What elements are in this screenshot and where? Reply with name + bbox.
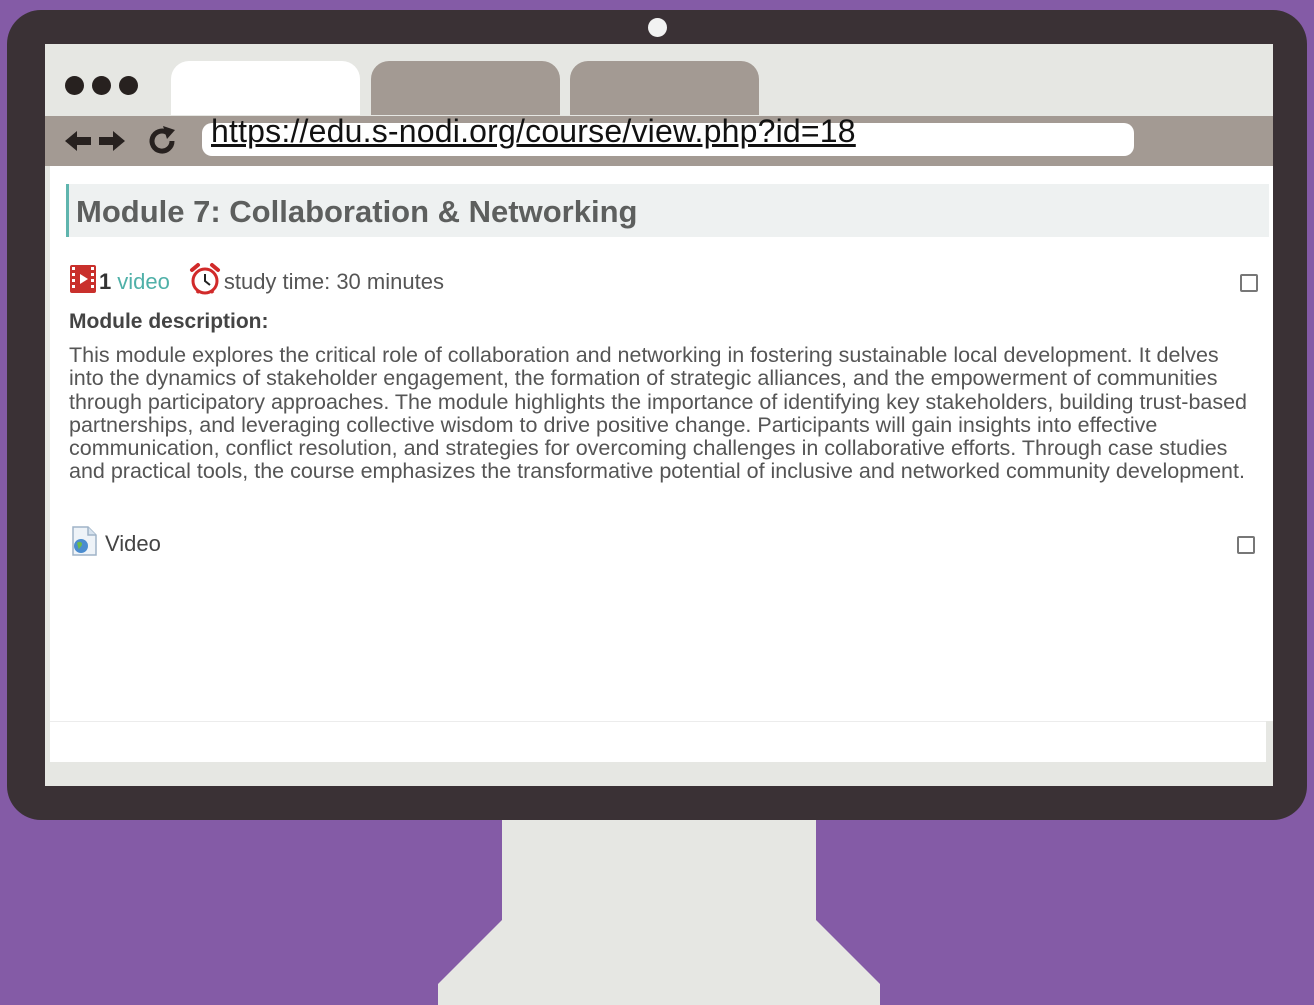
- video-resource-label[interactable]: Video: [105, 531, 161, 557]
- study-time: study time: 30 minutes: [223, 269, 444, 294]
- completion-checkbox-video[interactable]: [1237, 536, 1255, 554]
- document-globe-icon: [70, 526, 98, 562]
- arrow-left-icon[interactable]: [63, 126, 93, 156]
- module-title: Module 7: Collaboration & Networking: [76, 194, 638, 229]
- nav-buttons: [63, 124, 179, 158]
- browser-tab-3[interactable]: [570, 61, 759, 115]
- page-content: Module 7: Collaboration & Networking 1 v…: [50, 166, 1273, 721]
- page-footer-strip: [50, 721, 1266, 762]
- url-input[interactable]: https://edu.s-nodi.org/course/view.php?i…: [202, 113, 1134, 156]
- address-bar: https://edu.s-nodi.org/course/view.php?i…: [45, 113, 1273, 166]
- arrow-right-icon[interactable]: [97, 126, 127, 156]
- browser-tab-2[interactable]: [371, 61, 560, 115]
- completion-checkbox-module[interactable]: [1240, 274, 1258, 292]
- browser-window: https://edu.s-nodi.org/course/view.php?i…: [45, 44, 1273, 786]
- module-header: Module 7: Collaboration & Networking: [66, 184, 1269, 237]
- reload-icon[interactable]: [145, 124, 179, 158]
- alarm-clock-icon: [188, 262, 222, 302]
- url-text[interactable]: https://edu.s-nodi.org/course/view.php?i…: [211, 113, 856, 150]
- webcam-dot: [648, 18, 667, 37]
- browser-tab-active[interactable]: [171, 61, 360, 115]
- module-description: This module explores the critical role o…: [69, 343, 1248, 484]
- video-resource[interactable]: Video: [70, 526, 161, 562]
- film-icon: [70, 265, 96, 299]
- module-meta: 1 video study time: 30 minutes: [70, 263, 444, 299]
- video-count: 1: [99, 269, 112, 294]
- monitor-stand-base: [438, 920, 880, 1005]
- video-link[interactable]: video: [117, 269, 170, 295]
- window-controls: [65, 76, 138, 95]
- description-label: Module description:: [69, 310, 269, 333]
- window-dot-1[interactable]: [65, 76, 84, 95]
- monitor-stand-neck: [502, 800, 816, 940]
- window-dot-2[interactable]: [92, 76, 111, 95]
- window-dot-3[interactable]: [119, 76, 138, 95]
